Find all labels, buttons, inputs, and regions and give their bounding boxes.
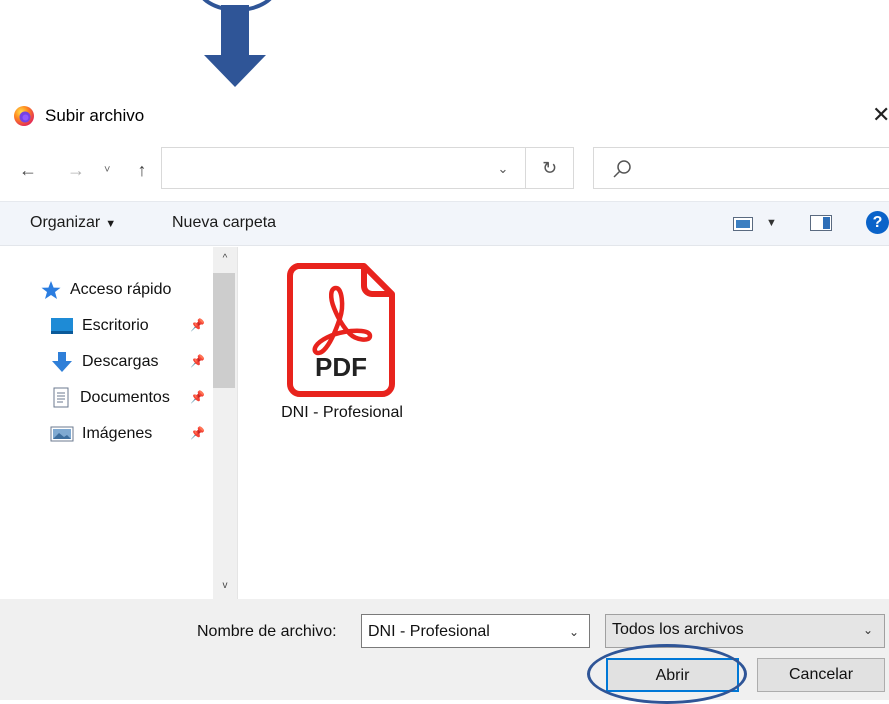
sidebar-item-label: Documentos [80,389,170,406]
refresh-icon: ↻ [541,158,558,178]
download-icon [52,351,72,372]
chevron-down-icon: ⌄ [568,625,580,639]
pin-icon: 📌 [190,318,205,332]
recent-locations-button[interactable]: ˅ [104,160,118,180]
filename-value[interactable]: DNI - Profesional [368,621,490,643]
pin-icon: 📌 [190,354,205,368]
organize-button[interactable]: Organizar ▼ [30,211,116,235]
desktop-icon [51,317,73,334]
chevron-down-icon: ⌄ [862,623,874,637]
arrow-up-icon: ↑ [137,160,147,180]
pin-icon: 📌 [190,426,205,440]
arrow-left-icon: ← [19,160,37,180]
star-icon [41,280,61,299]
window-title: Subir archivo [45,106,145,125]
refresh-button[interactable]: ↻ [526,147,574,189]
address-bar[interactable] [161,147,526,189]
sidebar-item-quick-access[interactable]: Acceso rápido [40,277,171,303]
scroll-up-button[interactable]: ^ [218,252,232,266]
pdf-type-label: PDF [315,352,367,382]
chevron-up-icon: ^ [222,253,228,264]
chevron-down-icon: ⌄ [497,161,509,176]
filename-dropdown-button[interactable]: ⌄ [566,621,582,643]
help-button[interactable]: ? [866,211,889,234]
arrow-right-icon: → [67,160,85,180]
chevron-down-icon: v [222,580,228,591]
pdf-file-icon: PDF [287,263,395,397]
close-icon: ✕ [872,102,889,127]
filetype-dropdown-button[interactable]: ⌄ [860,619,876,641]
file-name: DNI - Profesional [281,404,403,421]
firefox-icon [14,106,34,126]
filename-label: Nombre de archivo: [197,623,337,640]
scrollbar-thumb[interactable] [213,273,235,388]
sidebar-item-pictures[interactable]: Imágenes [50,421,152,447]
new-folder-label: Nueva carpeta [172,214,277,231]
sidebar-item-documents[interactable]: Documentos [50,385,170,411]
filetype-value[interactable]: Todos los archivos [612,619,744,641]
cancel-button[interactable]: Cancelar [757,658,885,692]
search-input[interactable] [593,147,889,189]
sidebar-item-desktop[interactable]: Escritorio [50,313,149,339]
address-dropdown-button[interactable]: ⌄ [493,158,513,180]
caret-down-icon: ▼ [105,218,117,230]
organize-label: Organizar [30,214,101,231]
new-folder-button[interactable]: Nueva carpeta [172,211,276,235]
back-button[interactable]: ← [16,158,40,182]
pin-icon: 📌 [190,390,205,404]
pictures-icon [50,426,74,442]
document-icon [53,387,69,408]
caret-down-icon: ▼ [766,217,777,229]
close-button[interactable]: ✕ [872,101,889,129]
sidebar-item-label: Descargas [82,353,159,370]
sidebar-item-label: Acceso rápido [70,281,172,298]
open-button[interactable]: Abrir [606,658,739,692]
sidebar-item-downloads[interactable]: Descargas [50,349,158,375]
file-item[interactable]: PDF DNI - Profesional [266,262,418,432]
up-button[interactable]: ↑ [130,158,154,182]
pane-divider [237,247,238,599]
view-options-icon[interactable] [733,217,753,231]
sidebar-item-label: Escritorio [82,317,149,334]
scroll-down-button[interactable]: v [218,579,232,593]
view-options-dropdown[interactable]: ▼ [766,213,780,233]
help-icon: ? [872,214,883,231]
command-toolbar [0,201,889,246]
forward-button[interactable]: → [64,158,88,182]
search-icon [613,160,631,178]
sidebar-item-label: Imágenes [82,425,153,442]
preview-pane-icon[interactable] [810,215,832,231]
annotation-arrow-down-icon [204,5,266,87]
chevron-down-icon: ˅ [104,164,111,176]
